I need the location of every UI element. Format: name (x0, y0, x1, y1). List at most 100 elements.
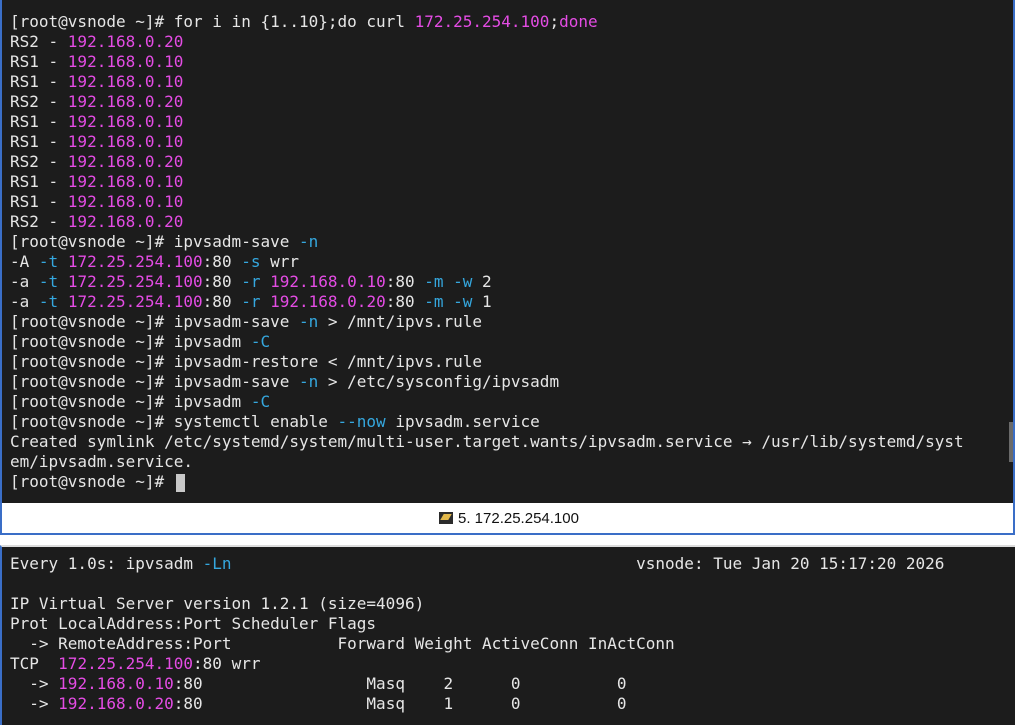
terminal-text: RS2 - (10, 32, 68, 51)
pane-divider (0, 535, 1015, 545)
top-terminal-output: [root@vsnode ~]# for i in {1..10};do cur… (10, 12, 964, 492)
terminal-text: 172.25.254.100 (67, 272, 203, 291)
terminal-text: 192.168.0.10 (67, 112, 184, 131)
bottom-terminal-output: Every 1.0s: ipvsadm -Ln vsnode: Tue Jan … (10, 554, 944, 714)
terminal-text: -w (453, 272, 473, 291)
terminal-text: RS1 - (10, 172, 68, 191)
terminal-text: 192.168.0.10 (270, 272, 386, 291)
terminal-line: [root@vsnode ~]# ipvsadm -C (10, 392, 964, 412)
terminal-line: em/ipvsadm.service. (10, 452, 964, 472)
terminal-text: 172.25.254.100 (414, 12, 550, 31)
terminal-text: 192.168.0.20 (67, 92, 184, 111)
terminal-text: -a (10, 292, 39, 311)
terminal-line: IP Virtual Server version 1.2.1 (size=40… (10, 594, 944, 614)
terminal-text: :80 (202, 252, 242, 271)
terminal-text: -t (38, 292, 59, 311)
terminal-text: 192.168.0.20 (270, 292, 386, 311)
terminal-scrollbar[interactable] (1009, 422, 1013, 462)
terminal-line: Created symlink /etc/systemd/system/mult… (10, 432, 964, 452)
terminal-text: :80 Masq 2 0 0 (173, 674, 627, 693)
terminal-text: 192.168.0.20 (67, 152, 184, 171)
terminal-text: [root@vsnode ~]# ipvsadm-save (10, 372, 299, 391)
session-tab[interactable]: 5. 172.25.254.100 (439, 510, 579, 528)
terminal-text: RS1 - (10, 112, 68, 131)
terminal-text: :80 (202, 292, 242, 311)
terminal-text: -Ln (202, 554, 232, 573)
terminal-text: wrr (260, 252, 299, 271)
terminal-text: :80 wrr (193, 654, 261, 673)
terminal-line: [root@vsnode ~]# ipvsadm-restore < /mnt/… (10, 352, 964, 372)
terminal-text: 1 (472, 292, 492, 311)
terminal-text: :80 Masq 1 0 0 (173, 694, 627, 713)
session-tab-label: 5. 172.25.254.100 (458, 510, 579, 527)
terminal-line: -> 192.168.0.10:80 Masq 2 0 0 (10, 674, 944, 694)
terminal-line: RS1 - 192.168.0.10 (10, 172, 964, 192)
terminal-text: [root@vsnode ~]# ipvsadm (10, 332, 251, 351)
terminal-text: RS2 - (10, 152, 68, 171)
terminal-line: RS2 - 192.168.0.20 (10, 212, 964, 232)
terminal-text: 172.25.254.100 (67, 252, 203, 271)
terminal-line: RS1 - 192.168.0.10 (10, 52, 964, 72)
terminal-line: RS2 - 192.168.0.20 (10, 32, 964, 52)
terminal-line: [root@vsnode ~]# ipvsadm-save -n > /etc/… (10, 372, 964, 392)
terminal-line: TCP 172.25.254.100:80 wrr (10, 654, 944, 674)
terminal-text: -t (38, 272, 59, 291)
terminal-line: [root@vsnode ~]# ipvsadm -C (10, 332, 964, 352)
terminal-line: -> 192.168.0.20:80 Masq 1 0 0 (10, 694, 944, 714)
terminal-text: > /etc/sysconfig/ipvsadm (318, 372, 560, 391)
terminal-text: vsnode: Tue Jan 20 15:17:20 2026 (231, 554, 945, 573)
terminal-line: RS1 - 192.168.0.10 (10, 192, 964, 212)
terminal-text: -t (38, 252, 59, 271)
terminal-line: RS1 - 192.168.0.10 (10, 112, 964, 132)
terminal-text: 192.168.0.10 (67, 72, 184, 91)
terminal-line: [root@vsnode ~]# ipvsadm-save -n > /mnt/… (10, 312, 964, 332)
terminal-line: RS2 - 192.168.0.20 (10, 92, 964, 112)
terminal-line: -> RemoteAddress:Port Forward Weight Act… (10, 634, 944, 654)
terminal-text: [root@vsnode ~]# for i in {1..10};do cur… (10, 12, 415, 31)
terminal-line: [root@vsnode ~]# ipvsadm-save -n (10, 232, 964, 252)
terminal-text: 192.168.0.20 (58, 694, 174, 713)
terminal-text: 192.168.0.20 (67, 212, 184, 231)
terminal-text: 172.25.254.100 (67, 292, 203, 311)
terminal-text: Every 1.0s: ipvsadm (10, 554, 203, 573)
terminal-line: -a -t 172.25.254.100:80 -r 192.168.0.10:… (10, 272, 964, 292)
terminal-session-icon (439, 512, 453, 524)
terminal-text: -> RemoteAddress:Port Forward Weight Act… (10, 634, 675, 653)
terminal-text: [root@vsnode ~]# systemctl enable (10, 412, 338, 431)
top-terminal-pane[interactable]: [root@vsnode ~]# for i in {1..10};do cur… (0, 0, 1015, 503)
terminal-text: Created symlink /etc/systemd/system/mult… (10, 432, 964, 451)
terminal-line: Every 1.0s: ipvsadm -Ln vsnode: Tue Jan … (10, 554, 944, 574)
terminal-text: -n (298, 372, 319, 391)
terminal-text: 192.168.0.10 (67, 52, 184, 71)
terminal-line: RS2 - 192.168.0.20 (10, 152, 964, 172)
terminal-text: -r (241, 272, 261, 291)
terminal-text: RS1 - (10, 52, 68, 71)
terminal-text: -C (250, 332, 271, 351)
terminal-text: 172.25.254.100 (58, 654, 194, 673)
terminal-text: [root@vsnode ~]# ipvsadm-restore < /mnt/… (10, 352, 483, 371)
terminal-line: [root@vsnode ~]# systemctl enable --now … (10, 412, 964, 432)
terminal-text: RS1 - (10, 192, 68, 211)
terminal-text: 192.168.0.20 (67, 32, 184, 51)
terminal-text: 192.168.0.10 (67, 172, 184, 191)
terminal-text: 2 (472, 272, 492, 291)
terminal-text: -m (424, 272, 444, 291)
terminal-text: 192.168.0.10 (67, 132, 184, 151)
terminal-text: -s (241, 252, 261, 271)
terminal-text: TCP (10, 654, 59, 673)
terminal-text: :80 (385, 292, 425, 311)
bottom-terminal-pane[interactable]: Every 1.0s: ipvsadm -Ln vsnode: Tue Jan … (0, 545, 1015, 725)
terminal-line: RS1 - 192.168.0.10 (10, 132, 964, 152)
terminal-text: -a (10, 272, 39, 291)
terminal-text: -w (453, 292, 473, 311)
terminal-text: [root@vsnode ~]# ipvsadm (10, 392, 251, 411)
terminal-text: [root@vsnode ~]# (10, 472, 174, 491)
terminal-text: RS1 - (10, 72, 68, 91)
terminal-text: :80 (202, 272, 242, 291)
